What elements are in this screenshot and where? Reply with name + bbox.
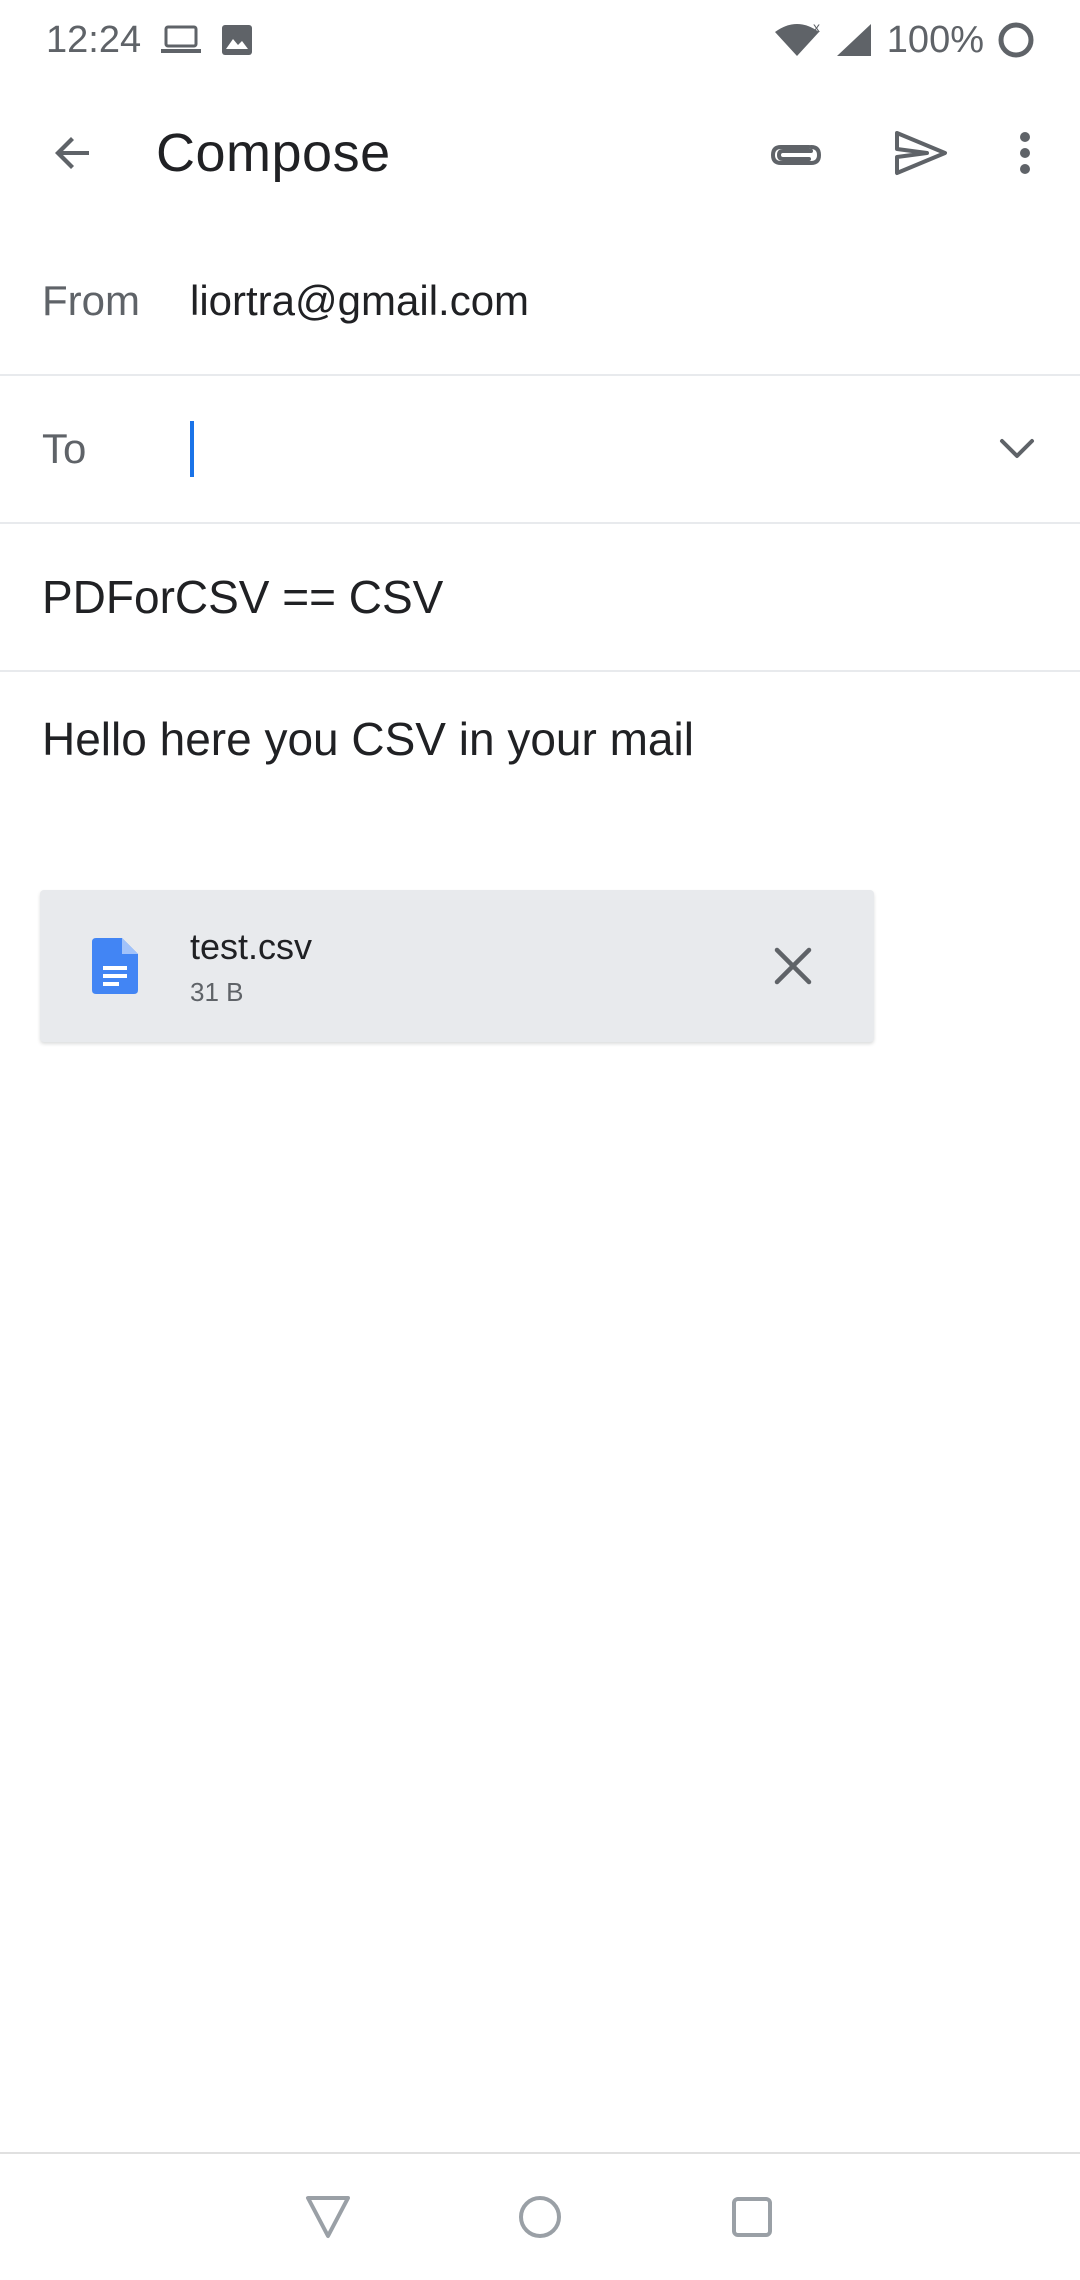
message-body[interactable]: Hello here you CSV in your mail — [42, 706, 1038, 772]
attachment-size: 31 B — [190, 976, 244, 1007]
status-time: 12:24 — [46, 18, 142, 61]
to-label: To — [42, 425, 87, 472]
expand-recipients-button[interactable] — [962, 394, 1072, 504]
status-right: x 100% — [773, 19, 1036, 62]
svg-text:x: x — [813, 22, 820, 35]
nav-home-icon — [519, 2196, 561, 2238]
nav-recents-button[interactable] — [697, 2162, 807, 2272]
attachment-chip[interactable]: test.csv 31 B — [40, 890, 874, 1042]
send-icon — [895, 131, 947, 175]
nav-home-button[interactable] — [485, 2162, 595, 2272]
more-vert-icon — [1020, 132, 1030, 174]
subject-value: PDForCSV == CSV — [42, 571, 444, 623]
from-label: From — [42, 277, 140, 324]
remove-attachment-button[interactable] — [738, 911, 848, 1021]
text-cursor — [190, 421, 194, 477]
attachment-name: test.csv — [190, 925, 313, 967]
battery-icon — [996, 20, 1036, 60]
chevron-down-icon — [1000, 439, 1034, 458]
subject-field[interactable]: PDForCSV == CSV — [0, 524, 1080, 672]
to-field: To — [0, 376, 1080, 524]
status-bar: 12:24 x 100% — [0, 0, 1080, 80]
attach-button[interactable] — [740, 98, 850, 208]
system-nav-bar — [0, 2152, 1080, 2280]
attachment-info: test.csv 31 B — [190, 925, 738, 1008]
status-left: 12:24 — [46, 19, 253, 62]
nav-back-icon — [306, 2196, 350, 2238]
battery-percentage: 100% — [886, 18, 984, 61]
nav-recents-icon — [732, 2197, 772, 2237]
attach-icon — [770, 145, 822, 165]
wifi-icon: x — [773, 22, 821, 58]
laptop-icon — [161, 24, 202, 56]
arrow-back-icon — [55, 137, 89, 169]
send-button[interactable] — [866, 98, 976, 208]
close-icon — [774, 947, 812, 985]
compose-screen: 12:24 x 100% Compose From liortra@gmail.… — [0, 0, 1080, 2280]
document-icon — [92, 938, 138, 994]
page-title: Compose — [156, 123, 391, 183]
from-value: liortra@gmail.com — [190, 277, 530, 324]
signal-icon — [835, 22, 873, 58]
more-options-button[interactable] — [980, 98, 1070, 208]
app-bar: Compose — [0, 80, 1080, 226]
to-input[interactable] — [190, 414, 962, 484]
image-icon — [221, 24, 253, 56]
nav-back-button[interactable] — [273, 2162, 383, 2272]
back-button[interactable] — [18, 98, 128, 208]
from-field[interactable]: From liortra@gmail.com — [0, 228, 1080, 376]
